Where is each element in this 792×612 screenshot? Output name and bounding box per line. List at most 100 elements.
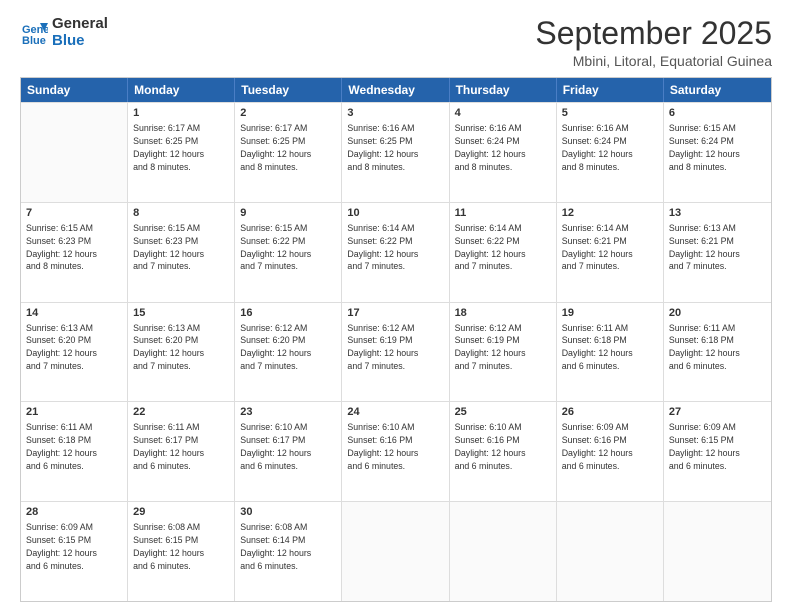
calendar-cell: 15 Sunrise: 6:13 AM Sunset: 6:20 PM Dayli… <box>128 303 235 402</box>
weekday-header-friday: Friday <box>557 78 664 102</box>
calendar-cell: 5Sunrise: 6:16 AM Sunset: 6:24 PM Daylig… <box>557 103 664 202</box>
weekday-header-saturday: Saturday <box>664 78 771 102</box>
page: General Blue General Blue September 2025… <box>0 0 792 612</box>
calendar-cell <box>557 502 664 601</box>
weekday-header-tuesday: Tuesday <box>235 78 342 102</box>
calendar-cell: 16 Sunrise: 6:12 AM Sunset: 6:20 PM Dayli… <box>235 303 342 402</box>
day-number: 8 <box>133 206 229 221</box>
day-number: 17 <box>347 306 443 321</box>
calendar-cell <box>21 103 128 202</box>
calendar-cell: 6Sunrise: 6:15 AM Sunset: 6:24 PM Daylig… <box>664 103 771 202</box>
calendar-cell: 9Sunrise: 6:15 AM Sunset: 6:22 PM Daylig… <box>235 203 342 302</box>
calendar-body: 1 Sunrise: 6:17 AM Sunset: 6:25 PM Daylig… <box>21 102 771 601</box>
calendar-cell: 23Sunrise: 6:10 AM Sunset: 6:17 PM Dayli… <box>235 402 342 501</box>
cell-details: Sunrise: 6:09 AM Sunset: 6:15 PM Dayligh… <box>669 422 740 471</box>
calendar-row-1: 7Sunrise: 6:15 AM Sunset: 6:23 PM Daylig… <box>21 202 771 302</box>
logo-line1: General <box>52 16 108 33</box>
cell-details: Sunrise: 6:15 AM Sunset: 6:23 PM Dayligh… <box>133 223 204 272</box>
day-number: 15 <box>133 306 229 321</box>
calendar-cell: 24 Sunrise: 6:10 AM Sunset: 6:16 PM Dayli… <box>342 402 449 501</box>
calendar: SundayMondayTuesdayWednesdayThursdayFrid… <box>20 77 772 602</box>
cell-details: Sunrise: 6:11 AM Sunset: 6:17 PM Dayligh… <box>133 422 204 471</box>
cell-details: Sunrise: 6:13 AM Sunset: 6:20 PM Dayligh… <box>133 323 204 372</box>
day-number: 26 <box>562 405 658 420</box>
cell-details: Sunrise: 6:14 AM Sunset: 6:21 PM Dayligh… <box>562 223 633 272</box>
day-number: 20 <box>669 306 766 321</box>
cell-details: Sunrise: 6:15 AM Sunset: 6:24 PM Dayligh… <box>669 123 740 172</box>
calendar-cell: 12 Sunrise: 6:14 AM Sunset: 6:21 PM Dayli… <box>557 203 664 302</box>
cell-details: Sunrise: 6:17 AM Sunset: 6:25 PM Dayligh… <box>133 123 204 172</box>
calendar-cell: 7Sunrise: 6:15 AM Sunset: 6:23 PM Daylig… <box>21 203 128 302</box>
calendar-cell <box>450 502 557 601</box>
day-number: 27 <box>669 405 766 420</box>
cell-details: Sunrise: 6:10 AM Sunset: 6:16 PM Dayligh… <box>347 422 418 471</box>
cell-details: Sunrise: 6:09 AM Sunset: 6:15 PM Dayligh… <box>26 522 97 571</box>
day-number: 16 <box>240 306 336 321</box>
cell-details: Sunrise: 6:12 AM Sunset: 6:19 PM Dayligh… <box>455 323 526 372</box>
day-number: 11 <box>455 206 551 221</box>
calendar-cell: 26 Sunrise: 6:09 AM Sunset: 6:16 PM Dayli… <box>557 402 664 501</box>
calendar-cell: 19 Sunrise: 6:11 AM Sunset: 6:18 PM Dayli… <box>557 303 664 402</box>
cell-details: Sunrise: 6:11 AM Sunset: 6:18 PM Dayligh… <box>562 323 633 372</box>
calendar-cell: 4 Sunrise: 6:16 AM Sunset: 6:24 PM Daylig… <box>450 103 557 202</box>
day-number: 30 <box>240 505 336 520</box>
cell-details: Sunrise: 6:15 AM Sunset: 6:23 PM Dayligh… <box>26 223 97 272</box>
logo-icon: General Blue <box>20 19 48 47</box>
cell-details: Sunrise: 6:16 AM Sunset: 6:25 PM Dayligh… <box>347 123 418 172</box>
cell-details: Sunrise: 6:13 AM Sunset: 6:20 PM Dayligh… <box>26 323 97 372</box>
calendar-row-4: 28 Sunrise: 6:09 AM Sunset: 6:15 PM Dayli… <box>21 501 771 601</box>
day-number: 25 <box>455 405 551 420</box>
weekday-header-thursday: Thursday <box>450 78 557 102</box>
calendar-cell: 3 Sunrise: 6:16 AM Sunset: 6:25 PM Daylig… <box>342 103 449 202</box>
calendar-cell: 22 Sunrise: 6:11 AM Sunset: 6:17 PM Dayli… <box>128 402 235 501</box>
day-number: 1 <box>133 106 229 121</box>
cell-details: Sunrise: 6:16 AM Sunset: 6:24 PM Dayligh… <box>562 123 633 172</box>
weekday-header-wednesday: Wednesday <box>342 78 449 102</box>
day-number: 10 <box>347 206 443 221</box>
calendar-cell: 21Sunrise: 6:11 AM Sunset: 6:18 PM Dayli… <box>21 402 128 501</box>
cell-details: Sunrise: 6:11 AM Sunset: 6:18 PM Dayligh… <box>669 323 740 372</box>
cell-details: Sunrise: 6:14 AM Sunset: 6:22 PM Dayligh… <box>347 223 418 272</box>
day-number: 28 <box>26 505 122 520</box>
cell-details: Sunrise: 6:12 AM Sunset: 6:20 PM Dayligh… <box>240 323 311 372</box>
calendar-cell: 11Sunrise: 6:14 AM Sunset: 6:22 PM Dayli… <box>450 203 557 302</box>
calendar-row-2: 14 Sunrise: 6:13 AM Sunset: 6:20 PM Dayli… <box>21 302 771 402</box>
cell-details: Sunrise: 6:17 AM Sunset: 6:25 PM Dayligh… <box>240 123 311 172</box>
logo: General Blue General Blue <box>20 16 108 49</box>
weekday-header-monday: Monday <box>128 78 235 102</box>
day-number: 14 <box>26 306 122 321</box>
calendar-cell: 13Sunrise: 6:13 AM Sunset: 6:21 PM Dayli… <box>664 203 771 302</box>
calendar-cell: 25 Sunrise: 6:10 AM Sunset: 6:16 PM Dayli… <box>450 402 557 501</box>
calendar-cell: 29Sunrise: 6:08 AM Sunset: 6:15 PM Dayli… <box>128 502 235 601</box>
cell-details: Sunrise: 6:16 AM Sunset: 6:24 PM Dayligh… <box>455 123 526 172</box>
title-block: September 2025 Mbini, Litoral, Equatoria… <box>535 16 772 69</box>
cell-details: Sunrise: 6:09 AM Sunset: 6:16 PM Dayligh… <box>562 422 633 471</box>
day-number: 24 <box>347 405 443 420</box>
calendar-cell: 8 Sunrise: 6:15 AM Sunset: 6:23 PM Daylig… <box>128 203 235 302</box>
day-number: 19 <box>562 306 658 321</box>
calendar-cell: 30Sunrise: 6:08 AM Sunset: 6:14 PM Dayli… <box>235 502 342 601</box>
calendar-cell: 2Sunrise: 6:17 AM Sunset: 6:25 PM Daylig… <box>235 103 342 202</box>
day-number: 3 <box>347 106 443 121</box>
day-number: 22 <box>133 405 229 420</box>
calendar-cell: 27 Sunrise: 6:09 AM Sunset: 6:15 PM Dayli… <box>664 402 771 501</box>
calendar-cell: 10 Sunrise: 6:14 AM Sunset: 6:22 PM Dayli… <box>342 203 449 302</box>
day-number: 23 <box>240 405 336 420</box>
day-number: 12 <box>562 206 658 221</box>
cell-details: Sunrise: 6:12 AM Sunset: 6:19 PM Dayligh… <box>347 323 418 372</box>
day-number: 21 <box>26 405 122 420</box>
calendar-cell: 18 Sunrise: 6:12 AM Sunset: 6:19 PM Dayli… <box>450 303 557 402</box>
svg-text:Blue: Blue <box>22 35 46 47</box>
day-number: 4 <box>455 106 551 121</box>
calendar-cell: 28 Sunrise: 6:09 AM Sunset: 6:15 PM Dayli… <box>21 502 128 601</box>
calendar-cell: 1 Sunrise: 6:17 AM Sunset: 6:25 PM Daylig… <box>128 103 235 202</box>
calendar-cell <box>664 502 771 601</box>
cell-details: Sunrise: 6:15 AM Sunset: 6:22 PM Dayligh… <box>240 223 311 272</box>
day-number: 13 <box>669 206 766 221</box>
day-number: 18 <box>455 306 551 321</box>
cell-details: Sunrise: 6:10 AM Sunset: 6:16 PM Dayligh… <box>455 422 526 471</box>
calendar-row-3: 21Sunrise: 6:11 AM Sunset: 6:18 PM Dayli… <box>21 401 771 501</box>
logo-line2: Blue <box>52 33 108 50</box>
location: Mbini, Litoral, Equatorial Guinea <box>535 53 772 69</box>
day-number: 29 <box>133 505 229 520</box>
